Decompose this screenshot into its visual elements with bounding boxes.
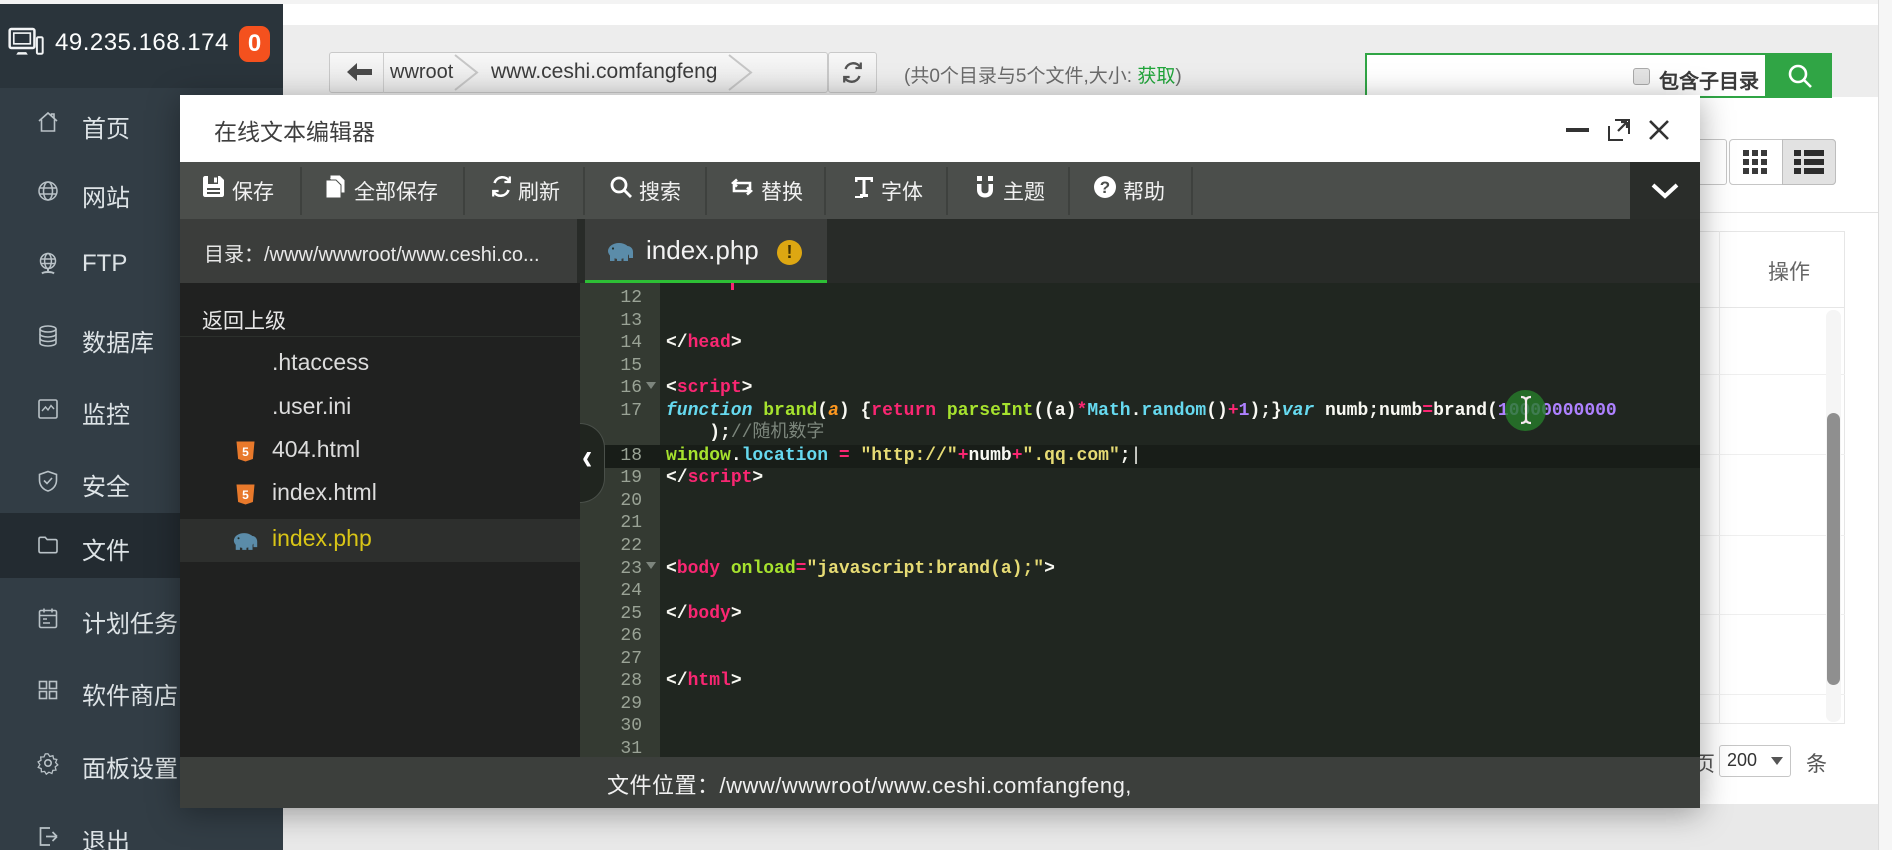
svg-text:?: ? <box>1100 178 1110 197</box>
svg-text:5: 5 <box>242 488 249 502</box>
svg-text:5: 5 <box>242 445 249 459</box>
